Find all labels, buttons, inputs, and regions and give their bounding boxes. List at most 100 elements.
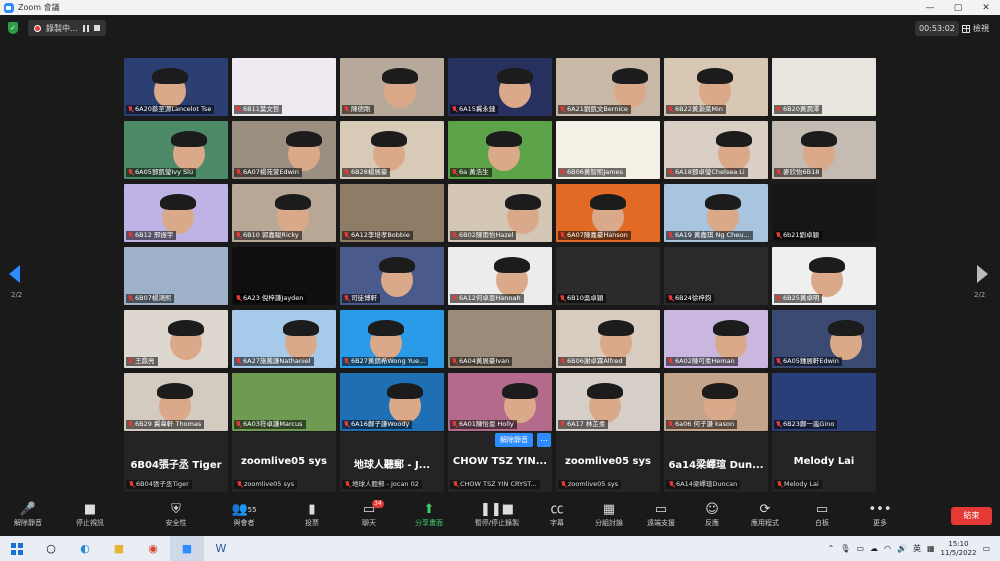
search-icon[interactable]: ○: [34, 536, 68, 561]
encryption-shield-icon[interactable]: ✓: [8, 22, 18, 34]
video-tile[interactable]: 6B12 邢振宇: [124, 184, 228, 242]
unmute-button[interactable]: 🎤 解除靜音: [3, 502, 53, 528]
name-only-tile[interactable]: 6a14梁嶧瑄 Dun... 6A14梁嶧瑄Duncan: [664, 432, 768, 492]
breakout-rooms-button[interactable]: ▦ 分組討論: [584, 502, 634, 528]
video-tile[interactable]: 6A12李培孝Bobbie: [340, 184, 444, 242]
video-tile[interactable]: 6B25黃卓明: [772, 247, 876, 305]
tray-cloud-icon[interactable]: ☁: [870, 544, 878, 553]
zoom-taskbar-icon[interactable]: ■: [170, 536, 204, 561]
video-tile[interactable]: 6B11葉文哲: [232, 58, 336, 116]
taskbar-clock[interactable]: 15:10 11/5/2022: [941, 540, 977, 558]
video-tile[interactable]: 6B02陳雨怡Hazel: [448, 184, 552, 242]
tile-more-button[interactable]: ...: [537, 433, 551, 447]
close-button[interactable]: ✕: [972, 3, 1000, 13]
share-screen-label: 分享畫面: [415, 519, 443, 527]
video-tile[interactable]: 6a06 何子謙 kason: [664, 373, 768, 431]
video-tile[interactable]: 6b21劉卓穎: [772, 184, 876, 242]
video-tile[interactable]: 6B10 郭嘉駿Ricky: [232, 184, 336, 242]
chrome-browser-icon[interactable]: ◉: [136, 536, 170, 561]
video-tile[interactable]: 6A19 黃嘉琪 Ng Cheu...: [664, 184, 768, 242]
notifications-icon[interactable]: ▭: [982, 544, 990, 553]
video-tile[interactable]: 6A20蔡至源Lancelot Tse: [124, 58, 228, 116]
video-tile[interactable]: 6A02陳可柔Heman: [664, 310, 768, 368]
tile-unmute-button[interactable]: 解除靜音: [495, 433, 533, 447]
video-tile[interactable]: 王鼎亮: [124, 310, 228, 368]
video-tile[interactable]: 6A04黃展豪Ivan: [448, 310, 552, 368]
muted-mic-icon: [128, 169, 133, 176]
security-button[interactable]: ⛨ 安全性: [151, 502, 201, 528]
start-button[interactable]: [0, 536, 34, 561]
share-screen-button[interactable]: ⬆ 分享畫面: [404, 502, 454, 528]
video-tile[interactable]: 6B06謝卓霖Alfred: [556, 310, 660, 368]
video-tile[interactable]: 6A27施騰謙Nathaniel: [232, 310, 336, 368]
video-tile[interactable]: 6A16鄭子謙Woody: [340, 373, 444, 431]
video-tile[interactable]: 6A03符卓謙Marcus: [232, 373, 336, 431]
tray-camera-icon[interactable]: ▭: [856, 544, 864, 553]
video-tile[interactable]: 6A21劉凱文Bernice: [556, 58, 660, 116]
video-tile[interactable]: 6B24徐梓鈞: [664, 247, 768, 305]
edge-browser-icon[interactable]: ◐: [68, 536, 102, 561]
word-icon[interactable]: W: [204, 536, 238, 561]
video-tile[interactable]: 6B07楊鴻熙: [124, 247, 228, 305]
captions-button[interactable]: ㏄ 字幕: [532, 502, 582, 528]
next-page-arrow-icon[interactable]: [977, 265, 988, 283]
name-only-tile[interactable]: 地球人聽郵 - J... 地球人聽郵 - Jocan 02: [340, 432, 444, 492]
pause-stop-recording-button[interactable]: ❚❚■ 暫停/停止錄製: [472, 502, 522, 528]
stop-recording-icon[interactable]: [93, 25, 100, 31]
video-tile[interactable]: 6A18鄧卓瑩Chelsea Li: [664, 121, 768, 179]
name-only-tile[interactable]: zoomlive05 sys zoomlive05 sys: [556, 432, 660, 492]
polls-button[interactable]: ▮ 投票: [287, 502, 337, 528]
more-button[interactable]: ••• 更多: [855, 502, 905, 528]
video-tile[interactable]: 6A01陳怡恩 Holly: [448, 373, 552, 431]
end-meeting-button[interactable]: 結束: [951, 507, 992, 525]
muted-mic-icon: [344, 358, 349, 365]
video-tile[interactable]: 6B23鄭一嵐Gino: [772, 373, 876, 431]
video-tile[interactable]: 6B29 冀韋軒 Thomas: [124, 373, 228, 431]
previous-page-arrow-icon[interactable]: [9, 265, 20, 283]
video-tile[interactable]: 6A05鄧凱瑩Ivy Siu: [124, 121, 228, 179]
pause-recording-icon[interactable]: [82, 24, 89, 32]
name-only-tile[interactable]: Melody Lai Melody Lai: [772, 432, 876, 492]
participant-name: 6A12李培孝Bobbie: [351, 231, 410, 239]
video-tile[interactable]: 6A12何卓恩Hannah: [448, 247, 552, 305]
ime-indicator[interactable]: 英: [913, 543, 921, 554]
chat-button[interactable]: ▭ 34 聊天: [344, 500, 394, 528]
video-tile[interactable]: 6A23 倪梓謙Jayden: [232, 247, 336, 305]
tray-mic-icon[interactable]: 🎙: [840, 544, 850, 553]
video-tile[interactable]: 6B06黃智熙James: [556, 121, 660, 179]
remote-support-button[interactable]: ▭ 遠端支援: [636, 502, 686, 528]
video-tile[interactable]: 6B10吳卓穎: [556, 247, 660, 305]
apps-button[interactable]: ⟳ 應用程式: [740, 502, 790, 528]
minimize-button[interactable]: —: [916, 3, 944, 13]
name-only-tile[interactable]: 6B04張子丞 Tiger 6B04張子丞Tiger: [124, 432, 228, 492]
participants-button[interactable]: 👥55 與會者: [219, 502, 269, 528]
video-tile[interactable]: 6B28楊展豪: [340, 121, 444, 179]
tray-wifi-icon[interactable]: ◠: [884, 544, 891, 553]
name-only-tile[interactable]: zoomlive05 sys zoomlive05 sys: [232, 432, 336, 492]
maximize-button[interactable]: ▢: [944, 3, 972, 13]
video-tile[interactable]: 6A07楊苑萱Edwin: [232, 121, 336, 179]
video-tile[interactable]: 6B20黃潤澤: [772, 58, 876, 116]
video-tile[interactable]: 6a 黃浩生: [448, 121, 552, 179]
apps-label: 應用程式: [751, 519, 779, 527]
video-tile[interactable]: 麥欣怡6B18: [772, 121, 876, 179]
video-tile[interactable]: 6A05鍾展軒Edwin: [772, 310, 876, 368]
participant-name-label: 6B10吳卓穎: [558, 294, 607, 303]
video-tile[interactable]: 6B27黃朗希Wong Yue...: [340, 310, 444, 368]
video-tile[interactable]: 司徒博軒: [340, 247, 444, 305]
whiteboard-button[interactable]: ▭ 白板: [797, 502, 847, 528]
muted-mic-icon: [128, 106, 133, 113]
video-tile[interactable]: 6B22黃灏萊Min: [664, 58, 768, 116]
reactions-button[interactable]: ☺ 反應: [687, 502, 737, 528]
tray-chevron-up-icon[interactable]: ⌃: [828, 544, 835, 553]
tray-keyboard-icon[interactable]: ▦: [927, 544, 935, 553]
view-button[interactable]: 檢視: [962, 21, 989, 36]
tray-volume-icon[interactable]: 🔊: [897, 544, 907, 553]
stop-video-button[interactable]: ■ 停止視訊: [65, 502, 115, 528]
file-explorer-icon[interactable]: ■: [102, 536, 136, 561]
pause-stop-recording-label: 暫停/停止錄製: [474, 519, 520, 527]
video-tile[interactable]: 6A07陳嘉豪Hanson: [556, 184, 660, 242]
video-tile[interactable]: 6A15冀永鏈: [448, 58, 552, 116]
video-tile[interactable]: 6A17 林芷柔: [556, 373, 660, 431]
video-tile[interactable]: 陳德剛: [340, 58, 444, 116]
